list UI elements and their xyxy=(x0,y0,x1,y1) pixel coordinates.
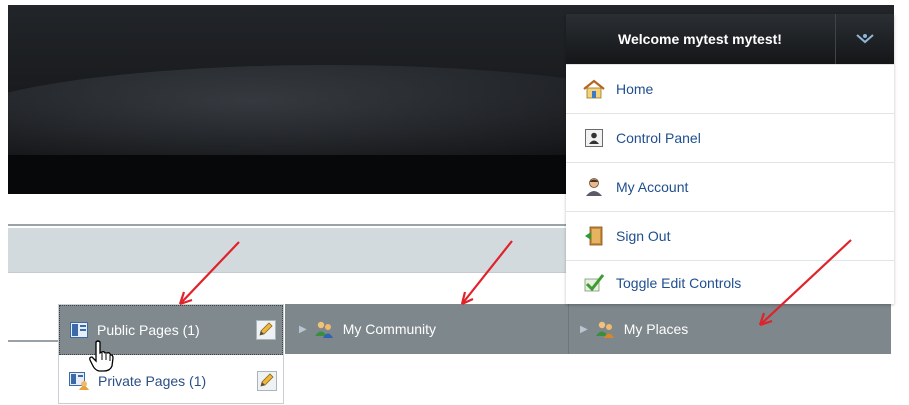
dockbar-toggle-button[interactable] xyxy=(835,14,894,64)
public-pages-label: Public Pages (1) xyxy=(97,322,200,338)
private-pages-icon xyxy=(69,372,89,390)
menu-item-toggle-edit-controls[interactable]: Toggle Edit Controls xyxy=(566,260,894,304)
control-panel-icon xyxy=(583,127,605,149)
dockbar-menu: Welcome mytest mytest! Home Control Pane… xyxy=(566,14,894,304)
edit-icon xyxy=(259,322,273,336)
sign-out-icon xyxy=(583,225,605,247)
dockbar-header: Welcome mytest mytest! xyxy=(566,14,894,64)
nav-my-community[interactable]: ▶ My Community xyxy=(299,304,436,354)
menu-item-my-account-label: My Account xyxy=(616,179,689,195)
navigation-bar: ▶ My Community ▶ My Places xyxy=(285,304,891,354)
home-icon xyxy=(583,78,605,100)
hand-cursor-icon xyxy=(89,340,114,372)
divider-line xyxy=(8,340,60,342)
nav-my-places[interactable]: ▶ My Places xyxy=(580,304,688,354)
community-icon xyxy=(314,321,333,338)
public-pages-icon xyxy=(70,322,88,338)
welcome-message: Welcome mytest mytest! xyxy=(618,31,782,47)
menu-item-sign-out[interactable]: Sign Out xyxy=(566,211,894,260)
menu-item-control-panel[interactable]: Control Panel xyxy=(566,113,894,162)
menu-item-my-account[interactable]: My Account xyxy=(566,162,894,211)
pin-icon xyxy=(856,34,874,44)
menu-item-control-panel-label: Control Panel xyxy=(616,130,701,146)
chevron-right-icon: ▶ xyxy=(580,323,588,335)
menu-item-home-label: Home xyxy=(616,81,654,97)
edit-private-pages-button[interactable] xyxy=(257,371,277,391)
nav-my-places-label: My Places xyxy=(623,321,689,337)
menu-item-sign-out-label: Sign Out xyxy=(616,228,671,244)
places-icon xyxy=(595,321,614,338)
edit-icon xyxy=(260,373,274,387)
chevron-right-icon: ▶ xyxy=(299,323,307,335)
nav-separator xyxy=(568,304,569,354)
checkmark-icon xyxy=(583,272,605,294)
edit-public-pages-button[interactable] xyxy=(256,320,276,340)
nav-my-community-label: My Community xyxy=(342,321,437,337)
user-icon xyxy=(583,176,605,198)
menu-item-home[interactable]: Home xyxy=(566,64,894,113)
private-pages-label: Private Pages (1) xyxy=(98,373,207,389)
menu-item-toggle-edit-controls-label: Toggle Edit Controls xyxy=(616,274,742,291)
